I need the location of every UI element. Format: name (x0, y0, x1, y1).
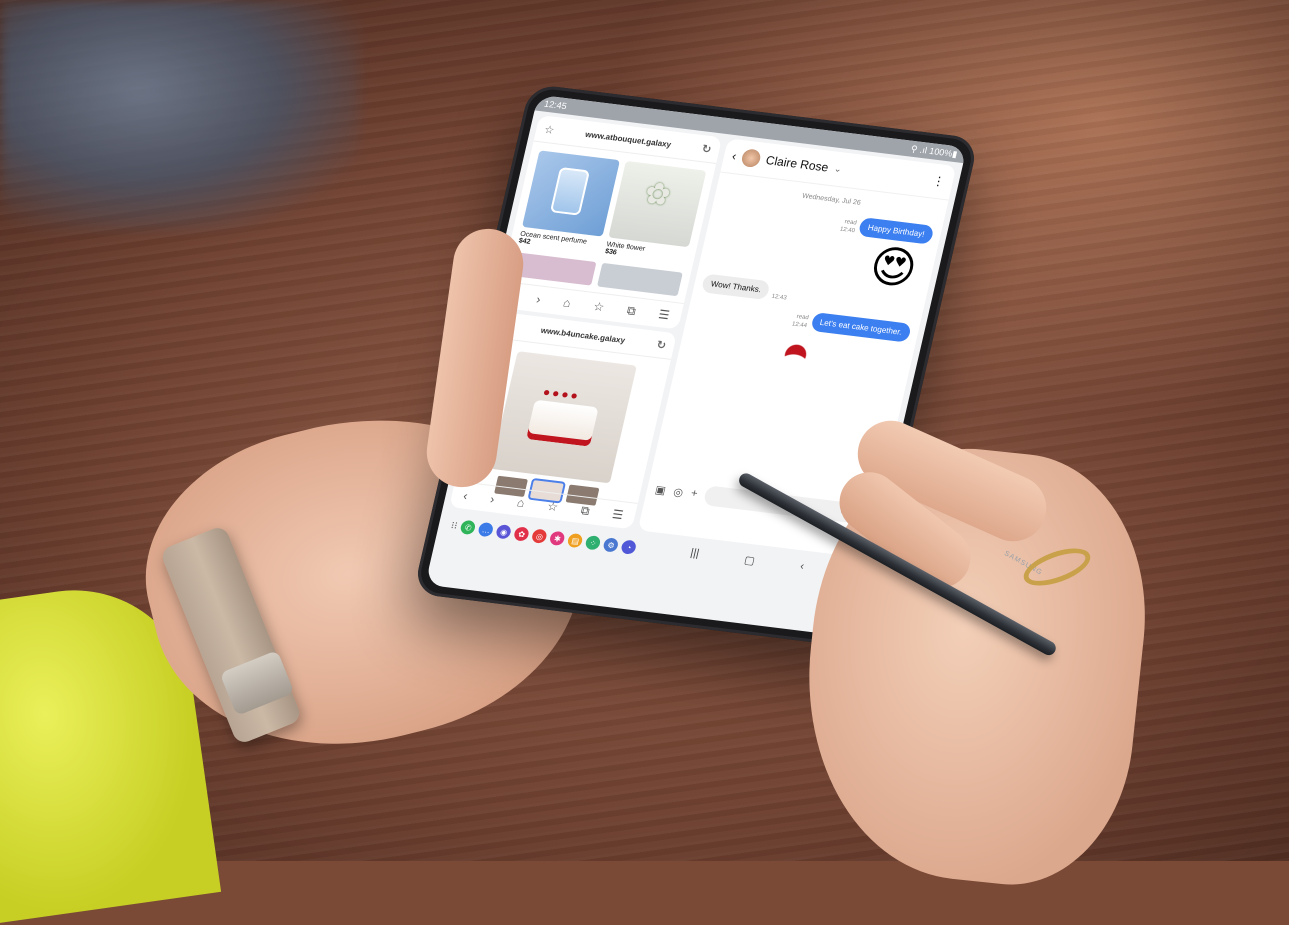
cake-image[interactable] (490, 351, 637, 484)
bixby-app-icon[interactable]: ✱ (549, 530, 567, 547)
app-drawer-icon[interactable]: ⁝⁝ (450, 520, 459, 532)
system-back-icon[interactable]: ‹ (797, 560, 805, 580)
settings-app-icon[interactable]: ⚙ (602, 537, 620, 553)
cake-sticker[interactable] (756, 331, 830, 398)
url-text[interactable]: www.b4uncake.galaxy (540, 325, 626, 344)
product-card[interactable]: White flower $36 (604, 160, 707, 265)
tabs-icon[interactable]: ⧉ (579, 503, 592, 519)
bookmark-icon[interactable]: ☆ (546, 499, 560, 514)
sent-bubble[interactable]: Happy Birthday! (857, 217, 935, 245)
back-icon[interactable]: ‹ (462, 489, 469, 503)
message-meta: read 12:44 (791, 313, 810, 331)
camera-app-icon[interactable]: ◎ (531, 528, 549, 544)
flower-image[interactable] (608, 160, 707, 248)
status-time: 12:45 (543, 98, 568, 112)
star-icon[interactable]: ☆ (543, 122, 556, 136)
message-time: 12:40 (839, 226, 856, 235)
phone-app-icon[interactable]: ✆ (459, 519, 477, 536)
more-options-icon[interactable]: ⋮ (931, 174, 946, 189)
perfume-image[interactable] (521, 150, 621, 237)
message-time: 12:44 (791, 321, 808, 330)
status-indicators: ⚲ .ıl 100%▮ (909, 143, 959, 160)
url-text[interactable]: www.atbouquet.galaxy (584, 129, 672, 148)
message-thread: Wednesday, Jul 26 read 12:40 Happy Birth… (670, 173, 949, 420)
home-icon[interactable]: ⌂ (562, 296, 572, 311)
product-grid: Ocean scent perfume $42 White flower $36 (508, 142, 716, 274)
product-card[interactable]: Ocean scent perfume $42 (518, 150, 621, 254)
background-blur (0, 0, 360, 230)
messages-app-icon[interactable]: … (477, 521, 495, 538)
apps-app-icon[interactable]: ⁘ (584, 535, 602, 551)
message-time: 12:43 (770, 293, 788, 302)
gallery-icon[interactable]: ▣ (654, 483, 667, 497)
browser-window-top[interactable]: ☆ www.atbouquet.galaxy ↻ Ocean scent per… (495, 115, 723, 330)
gallery-app-icon[interactable]: ✿ (513, 526, 531, 542)
clock-app-icon[interactable]: ◔ (620, 539, 638, 555)
notes-app-icon[interactable]: ▤ (566, 532, 584, 549)
bookmark-icon[interactable]: ☆ (592, 299, 606, 314)
home-button-icon[interactable]: ▢ (741, 553, 756, 574)
message-meta: read 12:40 (839, 218, 858, 236)
tabs-icon[interactable]: ⧉ (625, 303, 638, 319)
internet-app-icon[interactable]: ◉ (495, 524, 513, 540)
reload-icon[interactable]: ↻ (701, 142, 713, 156)
forward-icon[interactable]: › (489, 492, 496, 506)
recent-apps-icon[interactable]: ||| (687, 547, 700, 568)
received-bubble[interactable]: Wow! Thanks. (700, 273, 772, 301)
menu-icon[interactable]: ☰ (611, 507, 625, 522)
menu-icon[interactable]: ☰ (657, 307, 671, 322)
forward-icon[interactable]: › (535, 292, 542, 306)
back-icon[interactable]: ‹ (731, 149, 738, 163)
avatar[interactable] (740, 148, 763, 169)
chevron-down-icon[interactable]: ⌄ (833, 163, 843, 175)
contact-name[interactable]: Claire Rose (764, 153, 829, 174)
add-icon[interactable]: + (690, 487, 699, 500)
reload-icon[interactable]: ↻ (655, 338, 667, 352)
home-icon[interactable]: ⌂ (516, 495, 526, 510)
camera-icon[interactable]: ◎ (672, 485, 684, 499)
